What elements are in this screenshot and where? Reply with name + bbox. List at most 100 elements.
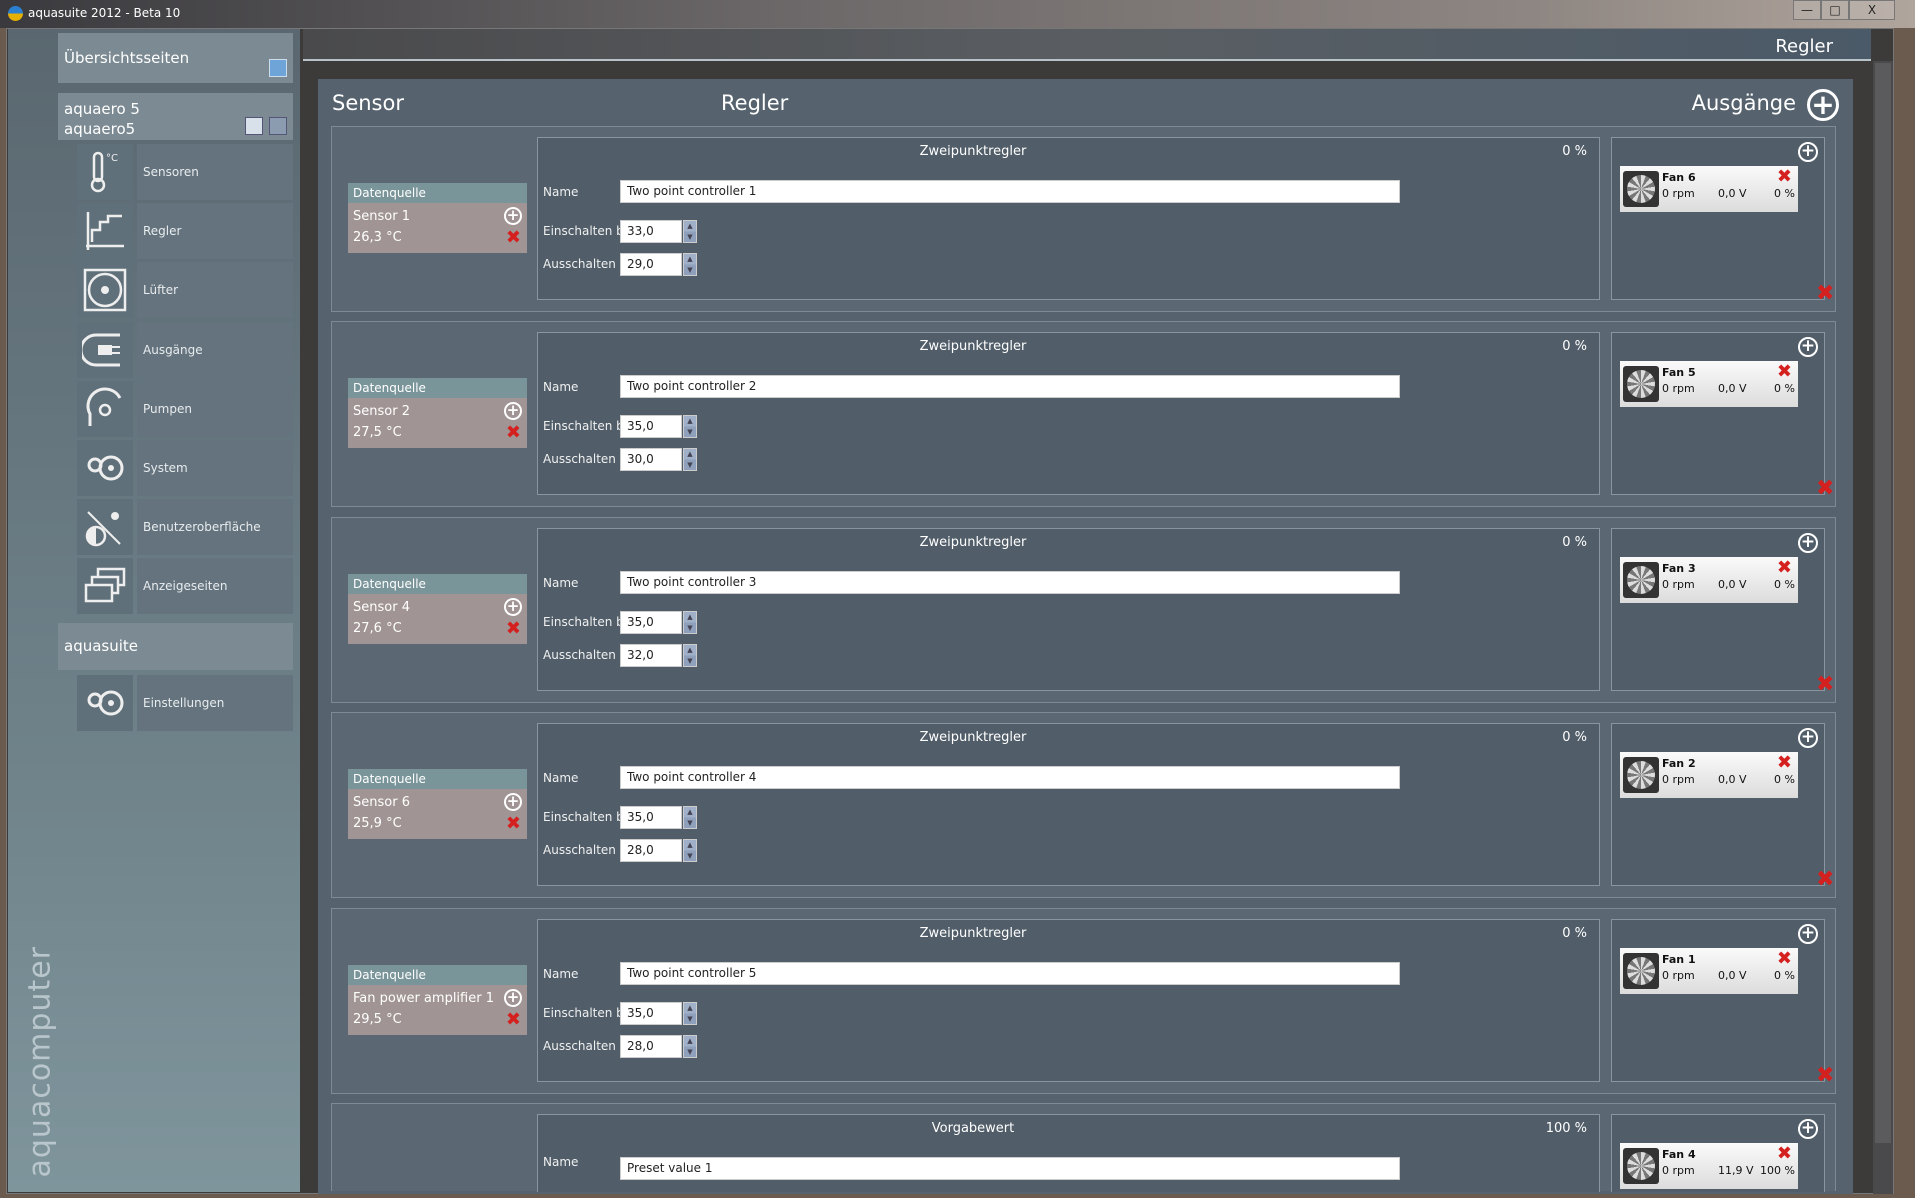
add-sensor-icon[interactable]: + bbox=[504, 988, 522, 1007]
sidebar-item-3[interactable]: Ausgänge bbox=[137, 321, 293, 378]
fan-icon bbox=[1623, 1148, 1659, 1184]
switch-off-spinner[interactable]: ▲ ▼ bbox=[683, 643, 697, 667]
pages-icon[interactable] bbox=[77, 558, 133, 615]
sidebar-overview-pages[interactable]: Übersichtsseiten bbox=[58, 33, 293, 83]
controller-name-input[interactable]: Two point controller 3 bbox=[620, 570, 1400, 594]
switch-on-spinner[interactable]: ▲ ▼ bbox=[683, 1001, 697, 1025]
switch-off-input[interactable]: 32,0 bbox=[620, 643, 682, 667]
sidebar-item-4[interactable]: Pumpen bbox=[137, 380, 293, 437]
add-output-icon[interactable]: + bbox=[1798, 142, 1818, 162]
switch-off-input[interactable]: 28,0 bbox=[620, 1034, 682, 1058]
add-output-icon[interactable]: + bbox=[1798, 1119, 1818, 1139]
sidebar-item-1[interactable]: Regler bbox=[137, 203, 293, 260]
sensor-value: 26,3 °C bbox=[353, 230, 402, 245]
settings-gear-icon[interactable] bbox=[269, 117, 287, 135]
controller-name-input[interactable]: Two point controller 1 bbox=[620, 180, 1400, 203]
column-header-controller: Regler bbox=[721, 91, 789, 115]
controller-name-input[interactable]: Preset value 1 bbox=[620, 1157, 1400, 1180]
switch-on-input[interactable]: 33,0 bbox=[620, 220, 682, 243]
delete-controller-icon[interactable]: ✖ bbox=[1816, 673, 1834, 695]
delete-controller-icon[interactable]: ✖ bbox=[1816, 1064, 1834, 1086]
add-output-icon[interactable]: + bbox=[1798, 923, 1818, 944]
controller-name-input[interactable]: Two point controller 5 bbox=[620, 961, 1400, 985]
remove-sensor-icon[interactable]: ✖ bbox=[506, 424, 521, 442]
sensor-name[interactable]: Fan power amplifier 1 bbox=[353, 988, 522, 1009]
system-gears-icon[interactable] bbox=[77, 675, 133, 731]
remove-sensor-icon[interactable]: ✖ bbox=[506, 229, 521, 247]
delete-controller-icon[interactable]: ✖ bbox=[1816, 869, 1834, 891]
remove-output-icon[interactable]: ✖ bbox=[1777, 168, 1792, 186]
close-button[interactable]: X bbox=[1849, 0, 1895, 20]
sensor-name[interactable]: Sensor 1 bbox=[353, 206, 522, 227]
fan-output-card[interactable]: Fan 6 0 rpm 0,0 V 0 % ✖ bbox=[1620, 166, 1798, 212]
pump-icon[interactable] bbox=[77, 380, 133, 437]
switch-off-input[interactable]: 29,0 bbox=[620, 253, 682, 276]
remove-sensor-icon[interactable]: ✖ bbox=[506, 1010, 521, 1029]
sidebar-item-7[interactable]: Anzeigeseiten bbox=[137, 558, 293, 615]
sidebar-device-aquaero[interactable]: aquaero 5 aquaero5 bbox=[58, 93, 293, 140]
sensor-name[interactable]: Sensor 2 bbox=[353, 401, 522, 422]
minimize-button[interactable]: — bbox=[1793, 0, 1821, 20]
display-brightness-icon[interactable] bbox=[77, 499, 133, 556]
fan-output-card[interactable]: Fan 4 0 rpm 11,9 V 100 % ✖ bbox=[1620, 1143, 1798, 1189]
aquacomputer-logo: aquacomputer bbox=[22, 945, 58, 1178]
switch-off-input[interactable]: 28,0 bbox=[620, 839, 682, 863]
sidebar-item-2[interactable]: Lüfter bbox=[137, 262, 293, 319]
maximize-button[interactable]: □ bbox=[1821, 0, 1849, 20]
remove-output-icon[interactable]: ✖ bbox=[1777, 949, 1792, 968]
switch-on-input[interactable]: 35,0 bbox=[620, 806, 682, 830]
add-overview-icon[interactable] bbox=[269, 59, 287, 77]
sidebar-item-settings[interactable]: Einstellungen bbox=[137, 675, 293, 731]
switch-on-spinner[interactable]: ▲ ▼ bbox=[683, 806, 697, 830]
sidebar-item-6[interactable]: Benutzeroberfläche bbox=[137, 499, 293, 556]
sidebar-aquasuite[interactable]: aquasuite bbox=[58, 623, 293, 670]
switch-on-spinner[interactable]: ▲ ▼ bbox=[683, 415, 697, 439]
fan-output-card[interactable]: Fan 1 0 rpm 0,0 V 0 % ✖ bbox=[1620, 947, 1798, 994]
remove-output-icon[interactable]: ✖ bbox=[1777, 558, 1792, 577]
add-controller-button[interactable]: + bbox=[1807, 89, 1839, 121]
controller-name-input[interactable]: Two point controller 4 bbox=[620, 766, 1400, 790]
switch-on-spinner[interactable]: ▲ ▼ bbox=[683, 610, 697, 634]
system-gears-icon[interactable] bbox=[77, 440, 133, 496]
device-name: aquaero 5 bbox=[64, 100, 140, 118]
output-plug-icon[interactable] bbox=[77, 321, 133, 378]
scrollbar-thumb[interactable] bbox=[1875, 63, 1891, 1143]
switch-on-spinner[interactable]: ▲ ▼ bbox=[683, 220, 697, 243]
controller-name-input[interactable]: Two point controller 2 bbox=[620, 375, 1400, 399]
switch-off-spinner[interactable]: ▲ ▼ bbox=[683, 1034, 697, 1058]
controller-output-percent: 0 % bbox=[1562, 925, 1587, 941]
save-icon[interactable] bbox=[245, 117, 263, 135]
remove-output-icon[interactable]: ✖ bbox=[1777, 363, 1792, 381]
switch-on-input[interactable]: 35,0 bbox=[620, 1001, 682, 1025]
add-output-icon[interactable]: + bbox=[1798, 337, 1818, 358]
remove-sensor-icon[interactable]: ✖ bbox=[506, 815, 521, 833]
fan-output-card[interactable]: Fan 3 0 rpm 0,0 V 0 % ✖ bbox=[1620, 556, 1798, 603]
add-output-icon[interactable]: + bbox=[1798, 728, 1818, 749]
remove-output-icon[interactable]: ✖ bbox=[1777, 754, 1792, 772]
add-sensor-icon[interactable]: + bbox=[504, 207, 522, 225]
fan-icon[interactable] bbox=[77, 262, 133, 319]
vertical-scrollbar[interactable] bbox=[1873, 61, 1893, 1194]
fan-output-card[interactable]: Fan 5 0 rpm 0,0 V 0 % ✖ bbox=[1620, 361, 1798, 408]
remove-output-icon[interactable]: ✖ bbox=[1777, 1145, 1792, 1163]
delete-controller-icon[interactable]: ✖ bbox=[1816, 283, 1834, 305]
add-sensor-icon[interactable]: + bbox=[504, 597, 522, 616]
sidebar-item-0[interactable]: Sensoren bbox=[137, 144, 293, 200]
switch-on-input[interactable]: 35,0 bbox=[620, 415, 682, 439]
data-source: Datenquelle Sensor 4 27,6 °C + ✖ bbox=[348, 573, 527, 644]
remove-sensor-icon[interactable]: ✖ bbox=[506, 619, 521, 638]
switch-off-input[interactable]: 30,0 bbox=[620, 448, 682, 472]
thermometer-icon[interactable]: °C bbox=[77, 144, 133, 200]
controller-icon[interactable] bbox=[77, 203, 133, 260]
switch-on-input[interactable]: 35,0 bbox=[620, 610, 682, 634]
add-output-icon[interactable]: + bbox=[1798, 532, 1818, 553]
sensor-name[interactable]: Sensor 4 bbox=[353, 597, 522, 618]
delete-controller-icon[interactable]: ✖ bbox=[1816, 478, 1834, 500]
fan-output-card[interactable]: Fan 2 0 rpm 0,0 V 0 % ✖ bbox=[1620, 752, 1798, 799]
data-source: Datenquelle Sensor 6 25,9 °C + ✖ bbox=[348, 769, 527, 840]
switch-off-spinner[interactable]: ▲ ▼ bbox=[683, 839, 697, 863]
sensor-name[interactable]: Sensor 6 bbox=[353, 792, 522, 813]
switch-off-spinner[interactable]: ▲ ▼ bbox=[683, 253, 697, 276]
switch-off-spinner[interactable]: ▲ ▼ bbox=[683, 448, 697, 472]
sidebar-item-5[interactable]: System bbox=[137, 440, 293, 496]
